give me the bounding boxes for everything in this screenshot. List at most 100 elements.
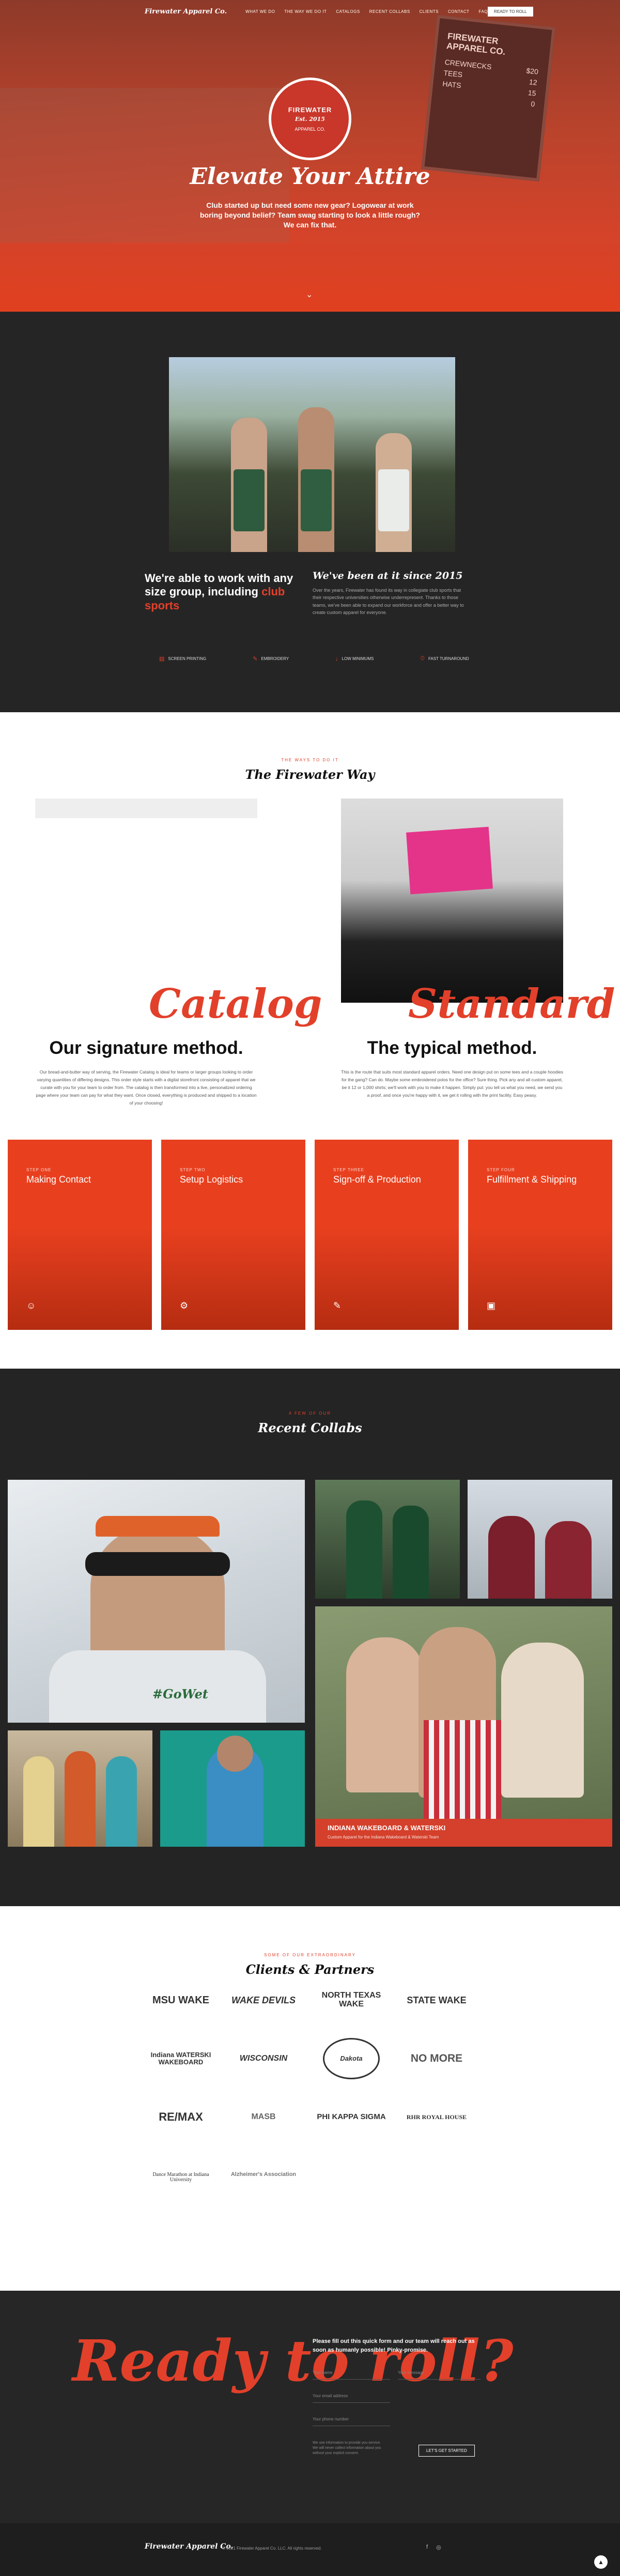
embroidery-icon: ✎ (253, 656, 258, 662)
client-logo: RE/MAX (159, 2110, 203, 2124)
handshake-icon: ☺ (26, 1300, 36, 1311)
nav-link[interactable]: Recent Collabs (369, 9, 410, 14)
step-number: Step One (26, 1168, 52, 1172)
client-logo: Dakota (323, 2038, 380, 2079)
collab-photo[interactable]: INDIANA WAKEBOARD & WATERSKI Custom Appa… (315, 1606, 612, 1847)
standard-script: Standard (408, 980, 615, 1028)
client-logo: WAKE DEVILS (231, 1995, 296, 2005)
step-card[interactable]: Step Three Sign-off & Production ✎ (315, 1140, 459, 1330)
top-navigation: Firewater Apparel Co. What We Do The Way… (0, 0, 620, 23)
collab-photo[interactable] (468, 1480, 612, 1599)
feature-item: ⏱ Fast Turnaround (420, 655, 469, 662)
screen-printing-icon: ▤ (159, 656, 165, 662)
feature-list: ▤ Screen Printing ✎ Embroidery ↓ Low Minimu… (159, 655, 469, 662)
client-logo: STATE WAKE (407, 1995, 467, 2005)
step-card[interactable]: Step One Making Contact ☺ (8, 1140, 152, 1330)
message-field[interactable]: Your message (398, 2368, 481, 2380)
recent-collabs-section: A FEW OF OUR Recent Collabs #GoWet INDIA… (0, 1369, 620, 1906)
standard-heading: The typical method. (367, 1038, 537, 1058)
step-number: Step Three (333, 1168, 364, 1172)
instagram-icon[interactable]: ◎ (436, 2544, 441, 2551)
collab-caption: INDIANA WAKEBOARD & WATERSKI Custom Appa… (315, 1819, 612, 1847)
collab-photo[interactable] (315, 1480, 460, 1599)
gears-icon: ⚙ (180, 1300, 189, 1311)
about-section: We're able to work with any size group, … (0, 312, 620, 712)
step-number: Step Two (180, 1168, 206, 1172)
collab-photo[interactable] (8, 1730, 152, 1847)
catalog-script: Catalog (149, 980, 322, 1028)
collab-photo[interactable] (160, 1730, 305, 1847)
submit-button[interactable]: Let's get started (419, 2445, 475, 2457)
step-number: Step Four (487, 1168, 515, 1172)
privacy-note: We use information to provide you servic… (313, 2441, 381, 2455)
feature-item: ✎ Embroidery (253, 656, 289, 662)
client-logo: NO MORE (410, 2052, 463, 2064)
back-to-top-icon[interactable]: ▲ (594, 2555, 608, 2569)
nav-link[interactable]: Contact (448, 9, 470, 14)
about-paragraph: Over the years, Firewater has found its … (313, 588, 464, 616)
nav-link[interactable]: What We Do (245, 9, 275, 14)
catalog-text: Our bread-and-butter way of serving, the… (36, 1069, 257, 1106)
footer: Firewater Apparel Co. © 2021 Firewater A… (0, 2523, 620, 2576)
catalog-heading: Our signature method. (49, 1038, 243, 1058)
low-minimums-icon: ↓ (335, 655, 338, 662)
client-logo: MASB (251, 2112, 276, 2121)
step-label: Fulfillment & Shipping (487, 1174, 577, 1185)
catalog-image (35, 799, 257, 818)
step-label: Making Contact (26, 1174, 91, 1185)
client-logo: WISCONSIN (239, 2053, 288, 2063)
catalog-column: Catalog Our signature method. Our bread-… (35, 799, 322, 1106)
step-card[interactable]: Step Two Setup Logistics ⚙ (161, 1140, 305, 1330)
step-label: Sign-off & Production (333, 1174, 421, 1185)
section-title: The Firewater Way (245, 767, 375, 782)
client-logo: PHI KAPPA SIGMA (317, 2112, 386, 2122)
caption-title: INDIANA WAKEBOARD & WATERSKI (328, 1824, 446, 1832)
brand-badge-logo: FIREWATER Est. 2015 APPAREL CO. (269, 78, 351, 160)
sign-title: FIREWATER APPAREL CO. (446, 31, 506, 57)
standard-column: Standard The typical method. This is the… (341, 799, 615, 1098)
hoodie-text: #GoWet (152, 1686, 208, 1701)
scroll-down-icon[interactable]: ⌄ (306, 289, 313, 300)
process-steps: Step One Making Contact ☺ Step Two Setup… (0, 1140, 620, 1330)
feature-item: ▤ Screen Printing (159, 656, 207, 662)
email-field[interactable]: Your email address (313, 2391, 390, 2403)
client-logo: MSU WAKE (152, 1994, 209, 2006)
section-title: Clients & Partners (245, 1962, 375, 1977)
nav-link[interactable]: FAQ (479, 9, 488, 14)
fast-turnaround-icon: ⏱ (420, 655, 425, 662)
social-links: f ◎ (426, 2544, 441, 2551)
facebook-icon[interactable]: f (426, 2544, 428, 2551)
pen-icon: ✎ (333, 1300, 342, 1311)
nav-cta-button[interactable]: Ready to Roll (488, 6, 533, 17)
nav-link[interactable]: Clients (420, 9, 439, 14)
feature-item: ↓ Low Minimums (335, 655, 374, 662)
contact-section: Ready to roll? Please fill out this quic… (0, 2291, 620, 2523)
nav-links: What We Do The Way We Do It Catalogs Rec… (245, 9, 488, 14)
form-intro: Please fill out this quick form and our … (313, 2338, 475, 2353)
phone-field[interactable]: Your phone number (313, 2415, 390, 2426)
hero-title: Elevate Your Attire (190, 163, 430, 190)
section-eyebrow: A FEW OF OUR (288, 1411, 332, 1416)
standard-text: This is the route that suits most standa… (341, 1069, 563, 1098)
about-script-title: We've been at it since 2015 (313, 570, 463, 581)
collab-photo[interactable]: #GoWet (8, 1480, 305, 1723)
standard-image (341, 799, 563, 1003)
name-field[interactable]: Your name (313, 2368, 390, 2380)
step-label: Setup Logistics (180, 1174, 243, 1185)
footer-logo[interactable]: Firewater Apparel Co. (145, 2543, 233, 2551)
team-photo (169, 357, 455, 552)
client-logo: NORTH TEXAS WAKE (321, 1991, 381, 2008)
step-card[interactable]: Step Four Fulfillment & Shipping ▣ (468, 1140, 612, 1330)
nav-link[interactable]: The Way We Do It (284, 9, 327, 14)
section-title: Recent Collabs (258, 1420, 362, 1435)
nav-link[interactable]: Catalogs (336, 9, 360, 14)
caption-subtitle: Custom Apparel for the Indiana Wakeboard… (328, 1835, 439, 1839)
clients-section: SOME OF OUR EXTRAORDINARY Clients & Part… (0, 1906, 620, 2291)
section-eyebrow: SOME OF OUR EXTRAORDINARY (264, 1953, 356, 1957)
brand-logo[interactable]: Firewater Apparel Co. (145, 8, 227, 16)
client-logo: Alzheimer's Association (230, 2171, 297, 2178)
price-sign: FIREWATER APPAREL CO. CREWNECKS $20 TEES 1… (421, 14, 556, 182)
client-logo: RHR ROYAL HOUSE (406, 2113, 467, 2121)
hero-section: FIREWATER APPAREL CO. CREWNECKS $20 TEES 1… (0, 0, 620, 312)
section-eyebrow: THE WAYS TO DO IT (281, 758, 339, 762)
